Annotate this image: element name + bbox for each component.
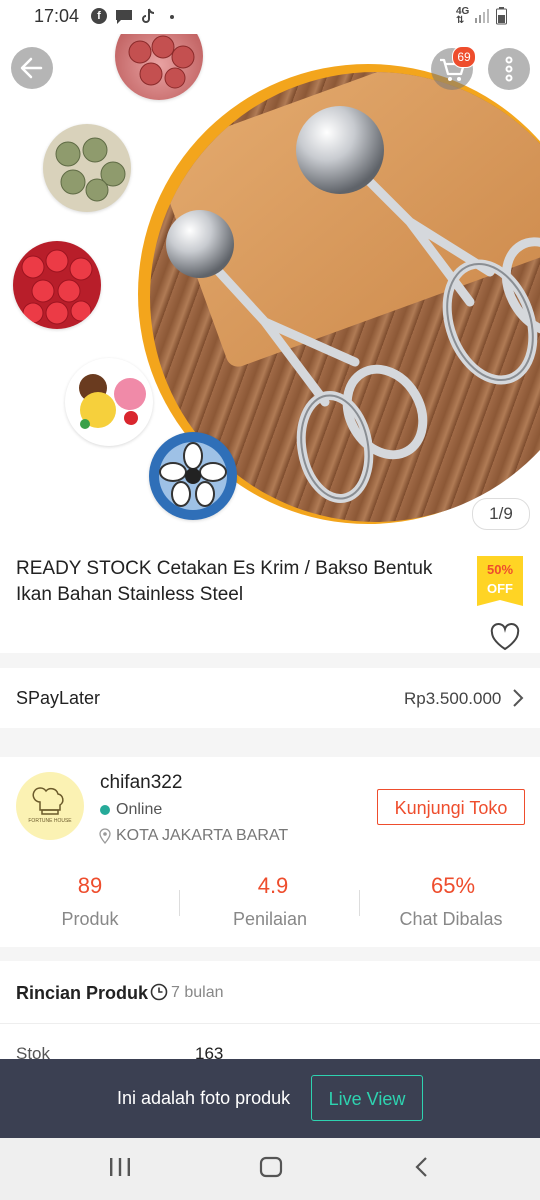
thumbnail-red-balls[interactable]	[13, 241, 101, 329]
paylater-label: SPayLater	[16, 688, 101, 708]
network-text: 4G	[456, 6, 470, 17]
recent-apps-icon	[110, 1158, 130, 1176]
cart-count-badge: 69	[452, 46, 476, 68]
stat-products-value: 89	[77, 873, 103, 898]
tiktok-icon	[142, 8, 156, 29]
banner-text: Ini adalah foto produk	[117, 1088, 291, 1108]
stat-rating-label: Penilaian	[232, 909, 308, 929]
network-label: 4G ⇅	[456, 6, 470, 26]
facebook-icon: f	[91, 8, 107, 24]
back-arrow-icon	[20, 57, 43, 79]
nav-back-button[interactable]	[414, 1156, 430, 1183]
live-view-button[interactable]: Live View	[311, 1075, 423, 1121]
stat-divider	[359, 890, 360, 916]
discount-percent: 50%	[486, 562, 514, 577]
online-dot-icon	[100, 805, 110, 815]
details-heading: Rincian Produk	[16, 983, 149, 1003]
meatballs-cooked-icon	[55, 137, 126, 202]
red-balls-icon	[21, 249, 93, 325]
stat-chat-value: 65%	[430, 873, 476, 898]
nav-back-icon	[415, 1157, 427, 1177]
message-icon	[115, 9, 133, 30]
more-options-button[interactable]	[488, 48, 530, 90]
stat-rating-value: 4.9	[257, 873, 289, 898]
heart-icon	[490, 623, 520, 651]
flower-mold-icon	[159, 442, 227, 510]
image-counter: 1/9	[472, 498, 530, 530]
details-divider	[0, 1023, 540, 1024]
signal-icon	[474, 8, 490, 29]
location-pin-icon	[99, 828, 111, 849]
shop-status: Online	[116, 801, 163, 818]
shop-name[interactable]: chifan322	[100, 772, 182, 794]
discount-off-label: OFF	[487, 581, 513, 596]
discount-badge: 50% OFF	[477, 556, 523, 606]
recent-apps-button[interactable]	[109, 1157, 131, 1182]
shop-avatar-caption: FORTUNE HOUSE	[28, 818, 72, 824]
home-icon	[259, 1156, 283, 1178]
status-time: 17:04	[34, 6, 80, 26]
battery-icon	[496, 7, 507, 30]
ice-cream-scoops-icon	[79, 374, 146, 429]
stat-products-label: Produk	[61, 909, 119, 929]
stat-chat-label: Chat Dibalas	[399, 909, 503, 929]
dot-icon	[170, 15, 174, 19]
clock-icon	[150, 983, 168, 1006]
paylater-amount: Rp3.500.000	[404, 689, 502, 708]
visit-shop-button[interactable]: Kunjungi Toko	[377, 789, 525, 825]
back-button[interactable]	[11, 47, 53, 89]
more-vertical-icon	[505, 56, 513, 82]
shop-location: KOTA JAKARTA BARAT	[116, 827, 289, 844]
thumbnail-flower-mold[interactable]	[149, 432, 237, 520]
product-image-gallery[interactable]: 1/9	[0, 34, 540, 540]
thumbnail-ice-cream-scoops[interactable]	[65, 358, 153, 446]
favorite-button[interactable]	[489, 622, 521, 657]
chef-hat-icon	[32, 787, 64, 815]
thumbnail-meatballs-cooked[interactable]	[43, 124, 131, 212]
details-age: 7 bulan	[171, 984, 224, 1001]
product-title: READY STOCK Cetakan Es Krim / Bakso Bent…	[16, 558, 433, 605]
chevron-right-icon	[511, 688, 525, 713]
home-button[interactable]	[259, 1156, 283, 1183]
shop-avatar[interactable]: FORTUNE HOUSE	[16, 772, 84, 840]
